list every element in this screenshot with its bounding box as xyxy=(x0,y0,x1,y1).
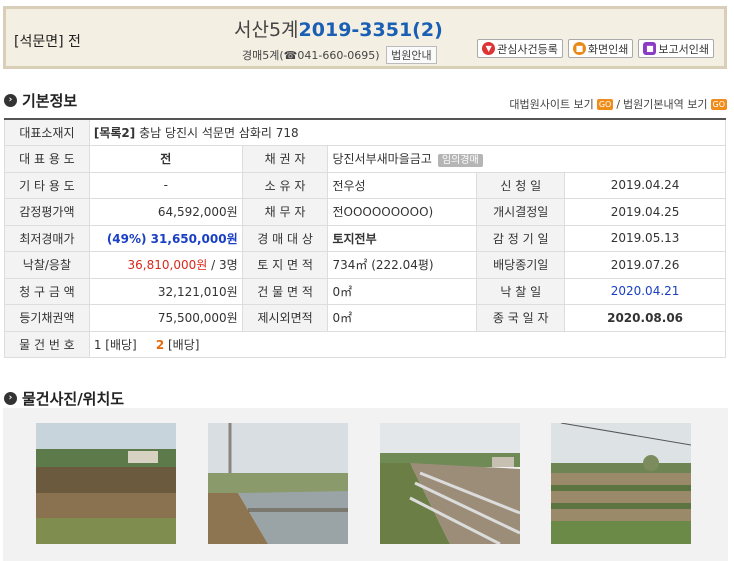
court-phone: 경매5계(☎041-660-0695) xyxy=(242,49,380,62)
chevron-right-icon: › xyxy=(4,94,17,107)
property-photo-3[interactable] xyxy=(380,423,520,544)
chevron-right-icon: › xyxy=(4,392,17,405)
address-value: [목록2] 충남 당진시 석문면 삼화리 718 xyxy=(88,118,727,146)
screen-print-button[interactable]: ■ 화면인쇄 xyxy=(567,39,634,58)
table-row: 등기채권액 75,500,000원 제시외면적 0㎡ 종 국 일 자 2020.… xyxy=(4,304,726,332)
external-links: 대법원사이트 보기 GO / 법원기본내역 보기 GO xyxy=(509,96,727,112)
minimum-price: (49%) 31,650,000원 xyxy=(88,224,243,252)
court-name: 서산5계 xyxy=(234,19,299,41)
table-row: 물 건 번 호 1 [배당] 2 [배당] xyxy=(4,330,727,358)
print-icon: ■ xyxy=(572,42,586,55)
case-title: 서산5계2019-3351(2) xyxy=(234,15,443,42)
go-button-1[interactable]: GO xyxy=(596,98,614,110)
basic-info-title: › 기본정보 xyxy=(4,90,77,111)
court-detail-link[interactable]: 법원기본내역 보기 xyxy=(623,96,707,112)
property-photo-2[interactable] xyxy=(208,423,348,544)
property-photo-4[interactable] xyxy=(551,423,691,544)
table-row: 기 타 용 도 - 소 유 자 전우성 신 청 일 2019.04.24 xyxy=(4,171,726,199)
add-interest-button[interactable]: ▼ 관심사건등록 xyxy=(477,39,563,58)
court-guide-button[interactable]: 법원안내 xyxy=(386,46,437,64)
case-number: 2019-3351(2) xyxy=(298,19,443,41)
report-icon: ■ xyxy=(643,42,657,55)
table-row: 대 표 용 도 전 채 권 자 당진서부새마을금고 임의경매 xyxy=(4,145,726,173)
item-2-link[interactable]: 2 [배당] xyxy=(156,338,200,352)
item-numbers: 1 [배당] 2 [배당] xyxy=(88,330,727,358)
item-1-link[interactable]: 1 [배당] xyxy=(94,338,137,352)
download-icon: ▼ xyxy=(482,42,496,55)
land-type: [석문면] 전 xyxy=(14,34,81,50)
table-row: 감정평가액 64,592,000원 채 무 자 전OOOOOOOOO) 개시결정… xyxy=(4,198,726,226)
address-label: 대표소재지 xyxy=(4,118,90,146)
creditor-value: 당진서부새마을금고 임의경매 xyxy=(327,145,726,173)
basic-info-table: 대표소재지 [목록2] 충남 당진시 석문면 삼화리 718 대 표 용 도 전… xyxy=(4,118,727,358)
report-print-button[interactable]: ■ 보고서인쇄 xyxy=(638,39,714,58)
table-row: 최저경매가 (49%) 31,650,000원 경 매 대 상 토지전부 감 정… xyxy=(4,224,726,252)
supreme-court-link[interactable]: 대법원사이트 보기 xyxy=(509,96,593,112)
photos-title: › 물건사진/위치도 xyxy=(4,388,124,409)
table-row: 청 구 금 액 32,121,010원 건 물 면 적 0㎡ 낙 찰 일 202… xyxy=(4,277,726,305)
table-row: 낙찰/응찰 36,810,000원 / 3명 토 지 면 적 734㎡ (222… xyxy=(4,251,726,279)
go-button-2[interactable]: GO xyxy=(710,98,727,110)
header-actions: ▼ 관심사건등록 ■ 화면인쇄 ■ 보고서인쇄 xyxy=(477,39,714,58)
case-header: [석문면] 전 서산5계2019-3351(2) 경매5계(☎041-660-0… xyxy=(3,6,727,69)
auction-type-badge: 임의경매 xyxy=(437,154,483,168)
property-photo-1[interactable] xyxy=(36,423,176,544)
photo-gallery xyxy=(3,408,728,561)
court-contact: 경매5계(☎041-660-0695) 법원안내 xyxy=(242,46,437,64)
table-row: 대표소재지 [목록2] 충남 당진시 석문면 삼화리 718 xyxy=(4,118,727,146)
winning-bid: 36,810,000원 / 3명 xyxy=(88,251,243,279)
sale-date-link[interactable]: 2020.04.21 xyxy=(564,277,726,305)
